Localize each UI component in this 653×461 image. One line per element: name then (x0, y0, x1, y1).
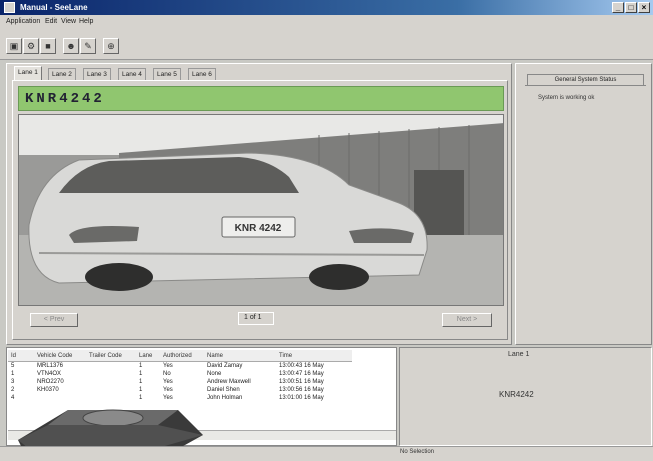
toolbar: ▣ ⚙ ■ ☻ ✎ ⊕ (0, 29, 653, 60)
table-row[interactable]: 5 MRL1376 1 Yes David Zamay 13:00:43 16 May (8, 362, 352, 371)
table-row[interactable]: 1 VTN4OX 1 No None 13:00:47 16 May (8, 370, 352, 378)
status-bar (0, 446, 653, 461)
camera-view: KNR 4242 (18, 114, 504, 306)
tab-lane-3[interactable]: Lane 3 (83, 68, 111, 80)
next-button[interactable]: Next > (442, 313, 492, 327)
title-bar: Manual - SeeLane _ □ × (0, 0, 653, 15)
settings-icon[interactable]: ⚙ (23, 38, 39, 54)
detail-lane-label: Lane 1 (508, 351, 530, 358)
cell: 1 (139, 363, 143, 369)
cell: 13:01:00 16 May (279, 395, 324, 401)
cell: No (163, 371, 171, 377)
tab-lane-4[interactable]: Lane 4 (118, 68, 146, 80)
cell: 13:00:56 16 May (279, 387, 324, 393)
cell (86, 370, 136, 378)
user-icon[interactable]: ☻ (63, 38, 79, 54)
col-authorized[interactable]: Authorized (160, 350, 204, 362)
page-indicator: 1 of 1 (244, 314, 262, 321)
detail-plate: KNR4242 (499, 390, 534, 399)
plate-banner: KNR4242 (18, 86, 504, 111)
menu-edit[interactable]: Edit (45, 18, 57, 25)
menu-help[interactable]: Help (79, 18, 93, 25)
cell: 5 (11, 363, 15, 369)
status-message: System is working ok (538, 95, 595, 101)
tab-lane-2[interactable]: Lane 2 (48, 68, 76, 80)
cell: MRL1376 (37, 363, 64, 369)
cell: Daniel Shen (207, 387, 240, 393)
col-name[interactable]: Name (204, 350, 276, 362)
col-id[interactable]: Id (8, 350, 34, 362)
app-icon (4, 2, 15, 13)
cell: VTN4OX (37, 371, 62, 377)
col-time[interactable]: Time (276, 350, 352, 362)
open-icon[interactable]: ▣ (6, 38, 22, 54)
cell: None (207, 371, 222, 377)
col-lane[interactable]: Lane (136, 350, 160, 362)
menu-application[interactable]: Application (6, 18, 40, 25)
tab-lane-5[interactable]: Lane 5 (153, 68, 181, 80)
cell: David Zamay (207, 363, 243, 369)
col-trailer-code[interactable]: Trailer Code (86, 350, 136, 362)
cell: Andrew Maxwell (207, 379, 251, 385)
col-vehicle-code[interactable]: Vehicle Code (34, 350, 86, 362)
menu-bar: Application Edit View Help (0, 15, 653, 29)
menu-view[interactable]: View (61, 18, 76, 25)
edit-icon[interactable]: ✎ (80, 38, 96, 54)
status-body (525, 85, 646, 340)
cell: 13:00:51 16 May (279, 379, 324, 385)
stop-icon[interactable]: ■ (40, 38, 56, 54)
cell: Yes (163, 363, 173, 369)
cell: 1 (11, 371, 15, 377)
camera-image: KNR 4242 (19, 115, 503, 305)
log-header-row: Id Vehicle Code Trailer Code Lane Author… (8, 350, 352, 362)
maximize-button[interactable]: □ (625, 2, 637, 13)
minimize-button[interactable]: _ (612, 2, 624, 13)
network-icon[interactable]: ⊕ (103, 38, 119, 54)
tab-lane-6[interactable]: Lane 6 (188, 68, 216, 80)
cell (86, 362, 136, 371)
prev-button[interactable]: < Prev (30, 313, 78, 327)
cell: 13:00:43 16 May (279, 363, 324, 369)
camera-plate-text: KNR 4242 (235, 223, 282, 234)
cell: John Holman (207, 395, 243, 401)
cell: 1 (139, 371, 143, 377)
status-tab[interactable]: General System Status (527, 74, 644, 85)
cell: 13:00:47 16 May (279, 371, 324, 377)
plate-banner-text: KNR4242 (25, 91, 105, 107)
status-bar-text: No Selection (400, 449, 435, 455)
close-button[interactable]: × (638, 2, 650, 13)
window-title: Manual - SeeLane (20, 3, 88, 12)
tab-lane-1[interactable]: Lane 1 (14, 66, 42, 81)
